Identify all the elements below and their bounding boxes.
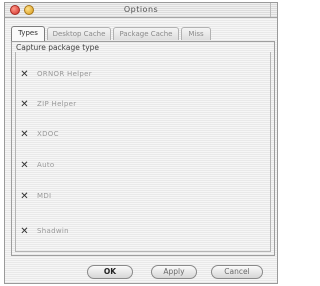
title-bar-edge	[270, 3, 277, 17]
checkbox-checked-icon[interactable]: ✕	[20, 99, 29, 109]
checkbox-row[interactable]: ✕ XDOC	[20, 128, 59, 140]
tab-package-cache[interactable]: Package Cache	[113, 27, 179, 40]
checkbox-checked-icon[interactable]: ✕	[20, 160, 29, 170]
checkbox-label: MDI	[37, 192, 52, 200]
title-bar[interactable]: Options	[5, 3, 277, 18]
checkbox-label: ZIP Helper	[37, 100, 77, 108]
checkbox-label: Shadwin	[37, 227, 69, 235]
checkbox-label: XDOC	[37, 130, 59, 138]
checkbox-row[interactable]: ✕ ZIP Helper	[20, 98, 76, 110]
ok-button[interactable]: OK	[87, 265, 133, 279]
checkbox-row[interactable]: ✕ Shadwin	[20, 225, 69, 237]
options-window: Options Types Desktop Cache Package Cach…	[4, 2, 278, 284]
tab-types[interactable]: Types	[11, 26, 45, 41]
apply-button[interactable]: Apply	[151, 265, 197, 279]
tab-bar: Types Desktop Cache Package Cache Miss	[11, 26, 275, 41]
checkbox-checked-icon[interactable]: ✕	[20, 69, 29, 79]
checkbox-row[interactable]: ✕ ORNOR Helper	[20, 68, 92, 80]
group-title: Capture package type	[16, 43, 100, 52]
checkbox-checked-icon[interactable]: ✕	[20, 191, 29, 201]
tab-desktop-cache[interactable]: Desktop Cache	[47, 27, 111, 40]
checkbox-row[interactable]: ✕ Auto	[20, 159, 54, 171]
checkbox-checked-icon[interactable]: ✕	[20, 129, 29, 139]
checkbox-label: ORNOR Helper	[37, 70, 92, 78]
cancel-button[interactable]: Cancel	[211, 265, 263, 279]
checkbox-row[interactable]: ✕ MDI	[20, 190, 51, 202]
checkbox-checked-icon[interactable]: ✕	[20, 226, 29, 236]
checkbox-label: Auto	[37, 161, 55, 169]
window-title: Options	[123, 5, 159, 14]
tab-panel: Capture package type ✕ ORNOR Helper ✕ ZI…	[11, 41, 275, 256]
tab-misc[interactable]: Miss	[181, 27, 211, 40]
group-box	[15, 52, 271, 252]
